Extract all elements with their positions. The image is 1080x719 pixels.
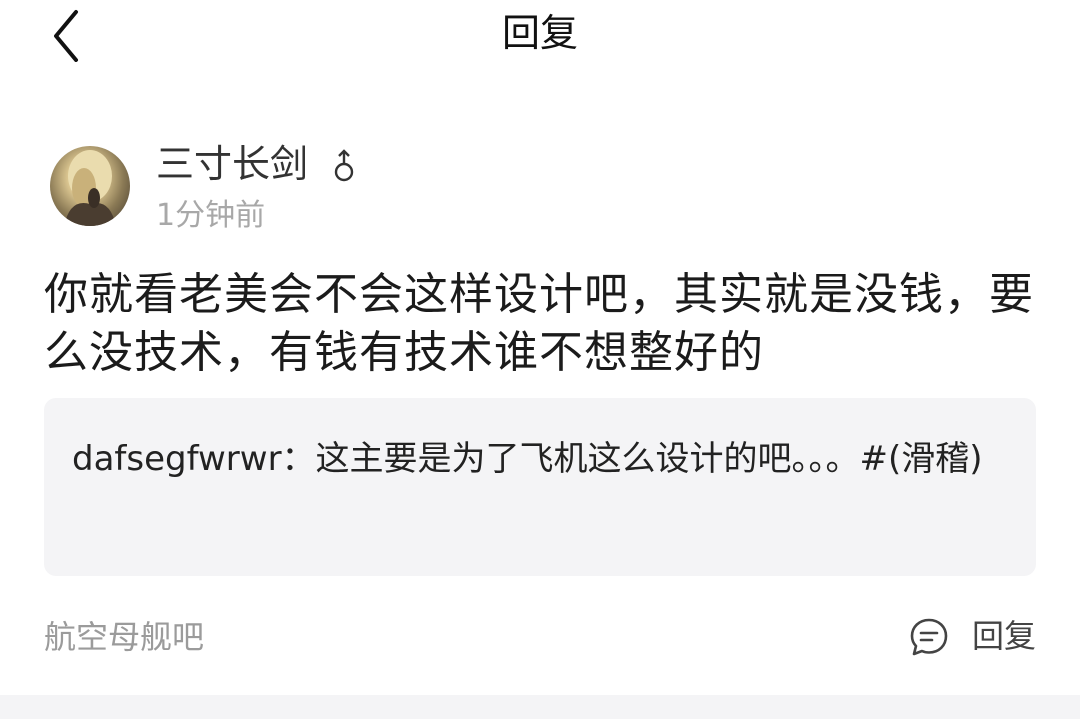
top-bar: 回复 — [0, 0, 1080, 72]
page-title: 回复 — [501, 11, 578, 55]
reply-button[interactable]: 回复 — [908, 612, 1038, 662]
author-name[interactable]: 三寸长剑 — [156, 140, 308, 188]
avatar[interactable] — [50, 146, 130, 226]
reply-content: 你就看老美会不会这样设计吧，其实就是没钱，要么没技术，有钱有技术谁不想整好的 — [44, 269, 1034, 378]
quoted-comment-text: dafsegfwrwr：这主要是为了飞机这么设计的吧。。。#(滑稽) — [72, 439, 983, 479]
post-time: 1分钟前 — [156, 198, 266, 233]
quoted-comment[interactable]: dafsegfwrwr：这主要是为了飞机这么设计的吧。。。#(滑稽) — [44, 398, 1036, 576]
comment-icon — [910, 618, 948, 656]
forum-link[interactable]: 航空母舰吧 — [44, 617, 204, 657]
avatar-image — [64, 150, 116, 226]
section-divider — [0, 695, 1080, 719]
male-symbol-icon — [334, 149, 354, 182]
reply-button-label: 回复 — [972, 617, 1037, 655]
reply-detail-screen: 回复 三寸长剑 1分钟前 你就看老美会不会这样设计吧，其实就是没钱，要么没技术，… — [0, 0, 1080, 719]
